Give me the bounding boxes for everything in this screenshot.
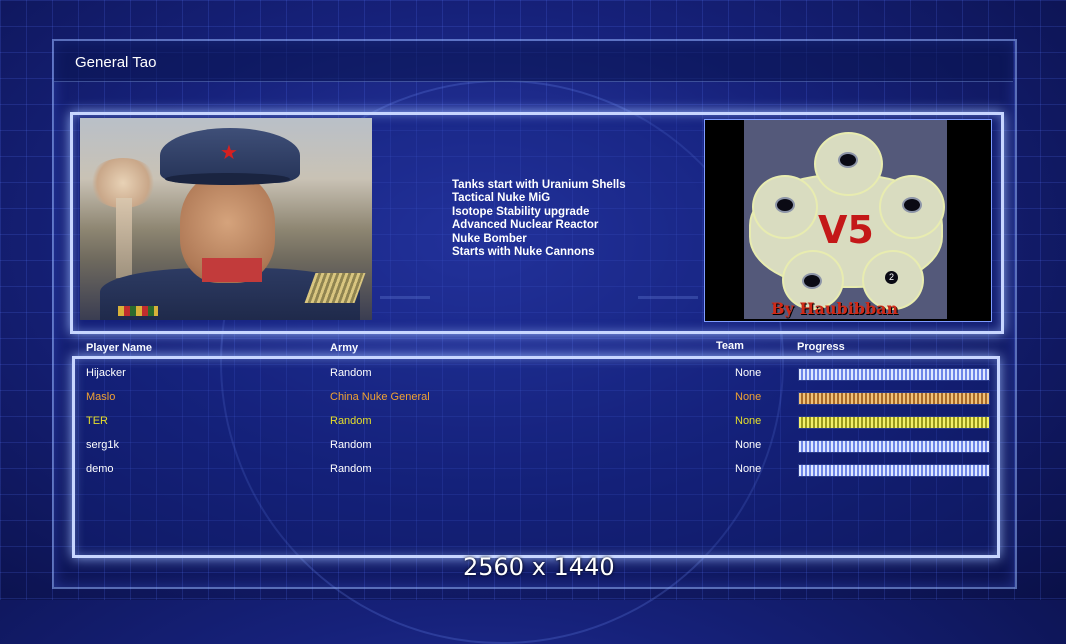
ability-line: Isotope Stability upgrade	[452, 205, 590, 218]
mushroom-cloud-stem	[116, 198, 132, 278]
progress-bar-fill	[799, 441, 989, 452]
ability-line: Advanced Nuclear Reactor	[452, 219, 599, 232]
ability-line: Tactical Nuke MiG	[452, 192, 551, 205]
table-row: serg1k Random None	[0, 435, 1066, 455]
portrait-collar	[202, 258, 262, 282]
table-row: demo Random None	[0, 459, 1066, 479]
resolution-overlay: 2560 x 1440	[463, 553, 615, 581]
player-army: Random	[330, 463, 372, 475]
player-army: Random	[330, 415, 372, 427]
player-name: demo	[86, 463, 114, 475]
player-name: TER	[86, 415, 108, 427]
portrait-medal-ribbons	[118, 306, 158, 316]
ability-line: Starts with Nuke Cannons	[452, 246, 595, 259]
title-bar	[54, 41, 1013, 82]
map-title-text: V5	[818, 208, 874, 252]
progress-bar	[798, 464, 990, 477]
progress-bar	[798, 416, 990, 429]
start-position-icon	[902, 197, 922, 213]
table-row: Maslo China Nuke General None	[0, 387, 1066, 407]
player-team: None	[735, 415, 762, 427]
progress-bar-fill	[799, 465, 989, 476]
player-army: China Nuke General	[330, 391, 430, 403]
ability-line: Tanks start with Uranium Shells	[452, 179, 626, 191]
column-header-army: Army	[330, 342, 359, 354]
player-team: None	[735, 463, 762, 475]
start-position-icon	[775, 197, 795, 213]
general-title: General Tao	[75, 54, 157, 71]
player-team: None	[735, 439, 762, 451]
table-row: Hijacker Random None	[0, 363, 1066, 383]
general-abilities-list: Tanks start with Uranium Shells Tactical…	[452, 179, 626, 259]
start-position-icon	[802, 273, 822, 289]
progress-bar	[798, 440, 990, 453]
column-header-progress: Progress	[797, 341, 845, 353]
progress-bar-fill	[799, 393, 989, 404]
player-name: serg1k	[86, 439, 120, 451]
progress-bar-fill	[799, 417, 989, 428]
column-header-team: Team	[716, 340, 744, 352]
column-header-player-name: Player Name	[86, 342, 153, 354]
table-row: TER Random None	[0, 411, 1066, 431]
player-name: Hijacker	[86, 367, 126, 379]
portrait-cap-visor	[165, 173, 290, 185]
progress-bar	[798, 392, 990, 405]
general-portrait: ★	[80, 118, 372, 320]
progress-bar	[798, 368, 990, 381]
player-army: Random	[330, 439, 372, 451]
map-start-badge: 2	[885, 271, 898, 284]
progress-bar-fill	[799, 369, 989, 380]
player-team: None	[735, 367, 762, 379]
player-name: Maslo	[86, 391, 116, 403]
player-team: None	[735, 391, 762, 403]
map-byline: By Haubibban	[771, 299, 899, 318]
star-icon: ★	[220, 142, 238, 164]
player-army: Random	[330, 367, 372, 379]
ability-line: Nuke Bomber	[452, 232, 527, 245]
start-position-icon	[838, 152, 858, 168]
